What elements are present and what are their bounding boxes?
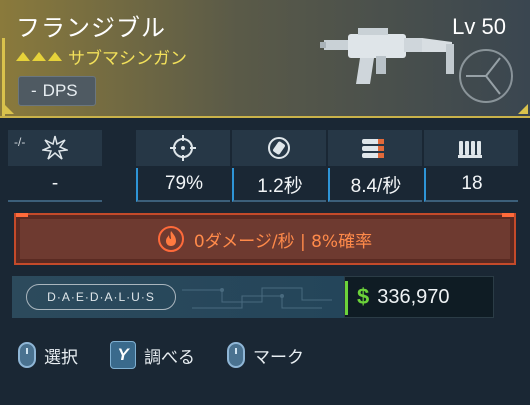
stat-reload-value: 1.2秒 [232,168,326,202]
stat-elemental: -/- - [8,130,102,202]
stat-elemental-value: - [8,168,102,202]
weapon-name: フランジブル [16,14,166,42]
weapon-class-row: サブマシンガン [16,44,187,69]
stat-accuracy-value: 79% [136,168,230,202]
dollar-icon: $ [357,284,370,309]
starburst-icon [42,135,68,160]
reload-icon [268,137,290,159]
corner-accent-right [518,104,528,114]
stat-reload: 1.2秒 [232,130,326,202]
smg-weapon-icon [320,28,454,84]
stat-accuracy: 79% [136,130,230,202]
corner-accent-left [4,104,14,114]
button-prompts: 選択 Y 調べる マーク [18,338,336,372]
role-badge: - DPS [18,76,96,106]
item-value: $ 336,970 [344,276,494,318]
prompt-select-label: 選択 [44,347,78,368]
stats-grid: -/- - 79% 1.2秒 8.4/秒 18 [8,130,522,202]
prompt-inspect-label: 調べる [144,347,195,368]
prompt-mark-label: マーク [253,347,304,368]
item-price: 336,970 [377,285,450,308]
circuit-pattern-icon [182,287,332,309]
magazine-icon [458,141,482,158]
manufacturer-bar: D·A·E·D·A·L·U·S [12,276,344,318]
manufacturer-logo: D·A·E·D·A·L·U·S [26,284,176,310]
element-stat-text: 0ダメージ/秒 | 8%確率 [193,231,373,252]
crosshair-icon [170,135,196,161]
weapon-card-header: フランジブル サブマシンガン - DPS Lv 50 [0,0,530,118]
element-panel: 0ダメージ/秒 | 8%確率 [14,213,516,265]
stat-fire-rate-value: 8.4/秒 [328,168,422,202]
mouse-icon [18,342,36,368]
bullets-icon [362,139,384,158]
stat-magazine: 18 [424,130,518,202]
prompt-mark[interactable]: マーク [227,342,304,368]
role-label: DPS [42,81,78,100]
rarity-icon [16,52,62,61]
role-prefix: - [31,81,37,100]
manufacturer-emblem-icon [459,49,513,103]
stat-magazine-value: 18 [424,168,518,202]
prompt-select[interactable]: 選択 [18,342,78,368]
fire-icon [157,226,184,252]
weapon-class: サブマシンガン [68,49,187,69]
y-button-icon: Y [110,341,136,369]
mouse-icon [227,342,245,368]
stat-fire-rate: 8.4/秒 [328,130,422,202]
prompt-inspect[interactable]: Y 調べる [110,341,195,369]
stat-elemental-tick: -/- [14,135,26,149]
